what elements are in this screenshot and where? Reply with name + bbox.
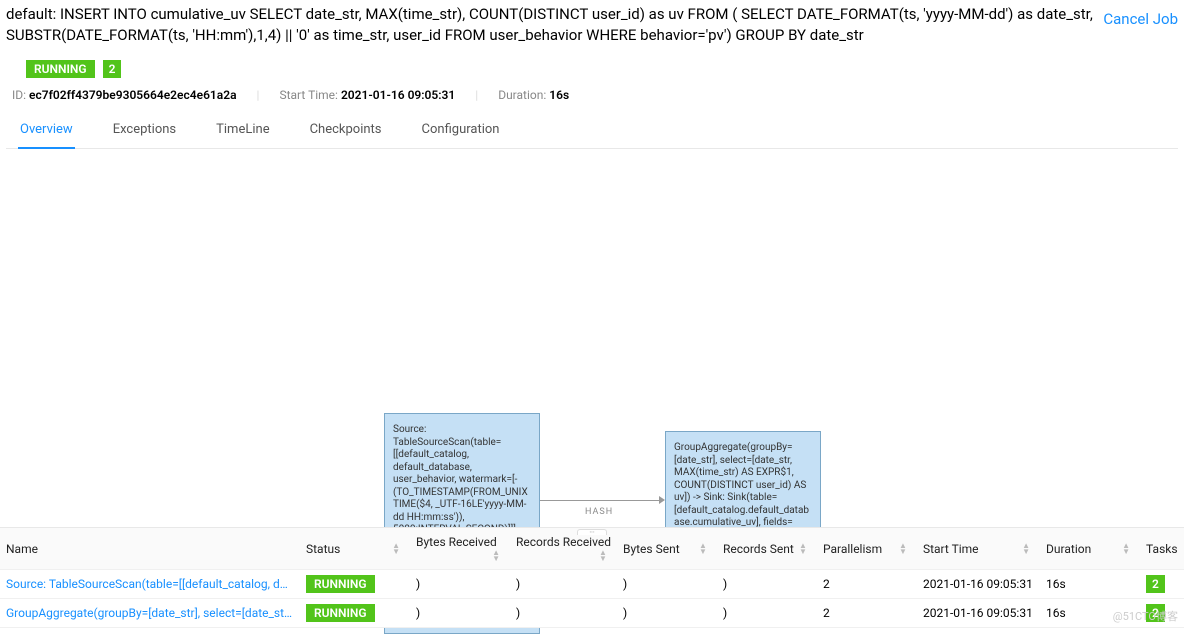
row-name-link[interactable]: Source: TableSourceScan(table=[[default_… xyxy=(0,570,300,599)
tab-timeline[interactable]: TimeLine xyxy=(214,118,271,148)
tab-bar: Overview Exceptions TimeLine Checkpoints… xyxy=(6,118,1178,149)
watermark-text: @51CTO博客 xyxy=(1113,608,1178,624)
tab-overview[interactable]: Overview xyxy=(18,118,75,149)
column-name: Name xyxy=(0,528,300,570)
meta-row: ID: ec7f02ff4379be9305664e2ec4e61a2a | S… xyxy=(6,88,1178,102)
sort-icon[interactable]: ▲▼ xyxy=(1122,543,1130,555)
column-duration: Duration▲▼ xyxy=(1040,528,1140,570)
row-records-sent: ) xyxy=(717,599,817,628)
graph-edge xyxy=(540,500,660,501)
duration-value: 16s xyxy=(549,88,569,102)
row-status-badge: RUNNING xyxy=(306,604,375,622)
job-graph-canvas[interactable]: Source: TableSourceScan(table=[[default_… xyxy=(0,149,1184,549)
sort-icon[interactable]: ▲▼ xyxy=(699,543,707,555)
status-count-badge: 2 xyxy=(103,60,122,78)
row-records-received: ) xyxy=(510,570,617,599)
graph-edge-label: HASH xyxy=(585,507,613,517)
row-start-time: 2021-01-16 09:05:31 xyxy=(917,599,1040,628)
column-tasks: Tasks xyxy=(1140,528,1184,570)
row-records-received: ) xyxy=(510,599,617,628)
start-time-label: Start Time: xyxy=(279,88,337,102)
column-bytes-sent: Bytes Sent▲▼ xyxy=(617,528,717,570)
sort-icon[interactable]: ▲▼ xyxy=(599,550,607,562)
job-title: default: INSERT INTO cumulative_uv SELEC… xyxy=(6,4,1103,46)
row-tasks-badge: 2 xyxy=(1146,575,1165,593)
row-bytes-received: ) xyxy=(410,599,510,628)
panel-resize-handle[interactable]: ••• xyxy=(577,529,607,535)
row-records-sent: ) xyxy=(717,570,817,599)
separator-icon: | xyxy=(257,88,260,102)
column-parallelism: Parallelism▲▼ xyxy=(817,528,917,570)
sort-icon[interactable]: ▲▼ xyxy=(899,543,907,555)
tasks-table: Name Status▲▼ Bytes Received▲▼ Records R… xyxy=(0,527,1184,628)
arrow-right-icon xyxy=(659,496,665,504)
title-row: default: INSERT INTO cumulative_uv SELEC… xyxy=(6,4,1178,46)
tab-configuration[interactable]: Configuration xyxy=(420,118,502,148)
column-status: Status▲▼ xyxy=(300,528,410,570)
id-label: ID: xyxy=(12,88,26,102)
row-parallelism: 2 xyxy=(817,599,917,628)
column-start-time: Start Time▲▼ xyxy=(917,528,1040,570)
row-bytes-received: ) xyxy=(410,570,510,599)
tab-exceptions[interactable]: Exceptions xyxy=(111,118,178,148)
start-time-value: 2021-01-16 09:05:31 xyxy=(341,88,455,102)
row-status-badge: RUNNING xyxy=(306,575,375,593)
table-row: Source: TableSourceScan(table=[[default_… xyxy=(0,570,1184,599)
separator-icon: | xyxy=(475,88,478,102)
job-header: default: INSERT INTO cumulative_uv SELEC… xyxy=(0,0,1184,149)
row-bytes-sent: ) xyxy=(617,570,717,599)
column-records-sent: Records Sent▲▼ xyxy=(717,528,817,570)
id-value: ec7f02ff4379be9305664e2ec4e61a2a xyxy=(29,88,237,102)
row-duration: 16s xyxy=(1040,570,1140,599)
status-badge: RUNNING xyxy=(26,60,95,78)
cancel-job-link[interactable]: Cancel Job xyxy=(1103,10,1178,28)
row-parallelism: 2 xyxy=(817,570,917,599)
sort-icon[interactable]: ▲▼ xyxy=(799,543,807,555)
table-row: GroupAggregate(groupBy=[date_str], selec… xyxy=(0,599,1184,628)
row-start-time: 2021-01-16 09:05:31 xyxy=(917,570,1040,599)
sort-icon[interactable]: ▲▼ xyxy=(1022,543,1030,555)
duration-label: Duration: xyxy=(498,88,546,102)
status-row: RUNNING 2 xyxy=(6,60,1178,78)
sort-icon[interactable]: ▲▼ xyxy=(492,550,500,562)
row-name-link[interactable]: GroupAggregate(groupBy=[date_str], selec… xyxy=(0,599,300,628)
row-bytes-sent: ) xyxy=(617,599,717,628)
sort-icon[interactable]: ▲▼ xyxy=(392,543,400,555)
column-bytes-received: Bytes Received▲▼ xyxy=(410,528,510,570)
tab-checkpoints[interactable]: Checkpoints xyxy=(308,118,384,148)
